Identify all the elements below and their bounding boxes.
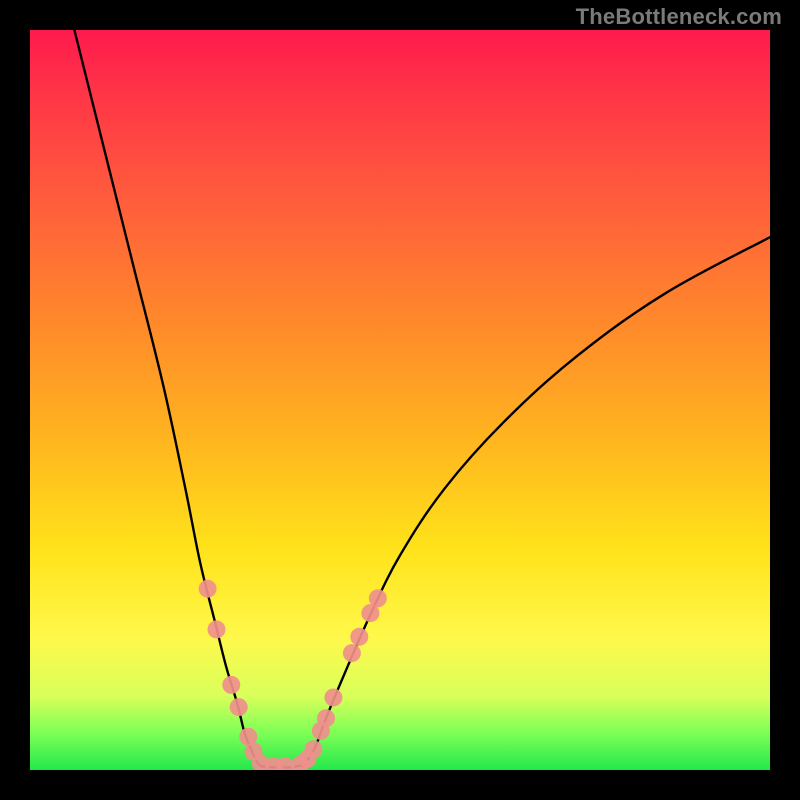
highlight-dot [324,688,342,706]
curve-layer [30,30,770,770]
highlight-dot [369,589,387,607]
highlight-dot [343,644,361,662]
highlight-dot [230,698,248,716]
v-curve [74,30,770,767]
highlight-dot [350,628,368,646]
highlight-dot [199,580,217,598]
highlight-dot [222,676,240,694]
highlight-dot [317,709,335,727]
highlight-dot [304,740,322,758]
highlight-dot [207,620,225,638]
chart-frame: TheBottleneck.com [0,0,800,800]
plot-area [30,30,770,770]
attribution-text: TheBottleneck.com [576,4,782,30]
